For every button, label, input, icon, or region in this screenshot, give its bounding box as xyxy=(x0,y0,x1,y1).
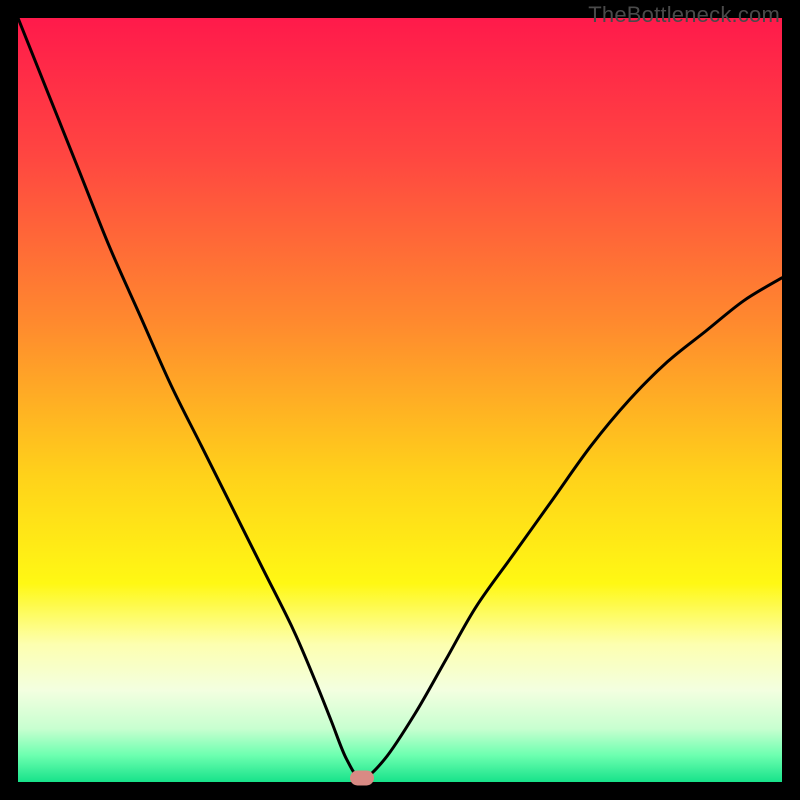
optimum-marker xyxy=(350,771,374,786)
plot-area xyxy=(18,18,782,782)
background-gradient xyxy=(18,18,782,782)
watermark-text: TheBottleneck.com xyxy=(588,2,780,28)
chart-frame: TheBottleneck.com xyxy=(0,0,800,800)
